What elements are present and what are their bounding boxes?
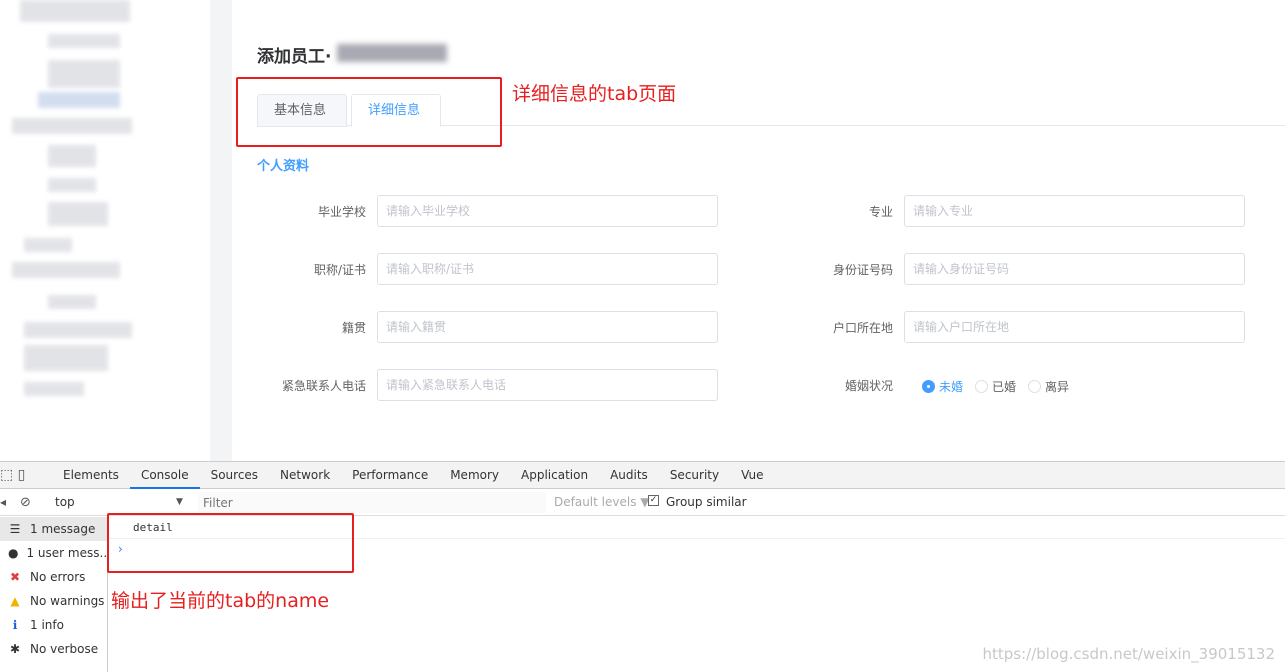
filter-label: 1 user mess... <box>26 546 107 560</box>
major-input[interactable] <box>904 195 1245 227</box>
filter-label: No verbose <box>30 642 99 656</box>
radio-divorced[interactable]: 离异 <box>1028 378 1069 395</box>
info-icon: ℹ <box>12 618 18 632</box>
console-filter-list[interactable]: ☰ 1 message <box>0 517 107 541</box>
title-input[interactable] <box>377 253 718 285</box>
blurred-name <box>337 44 447 62</box>
radio-icon <box>975 380 989 393</box>
layout-gap <box>210 0 232 461</box>
inspect-device-icons[interactable]: ⬚ ▯ <box>0 467 52 483</box>
chevron-down-icon: ▼ <box>176 497 183 507</box>
section-title: 个人资料 <box>257 159 310 174</box>
filter-label: 1 info <box>30 618 64 632</box>
bug-icon: ✱ <box>9 642 21 656</box>
radio-icon <box>1028 380 1042 393</box>
annotation-box-console <box>107 513 354 573</box>
sidebar-blurred <box>0 0 210 461</box>
devtab-console[interactable]: Console <box>129 462 200 489</box>
label-id: 身份证号码 <box>832 263 893 277</box>
annotation-console-note: 输出了当前的tab的name <box>111 590 330 612</box>
label-school: 毕业学校 <box>317 205 366 219</box>
console-filter-warning[interactable]: ▲ No warnings <box>0 589 107 613</box>
school-input[interactable] <box>377 195 718 227</box>
levels-dropdown[interactable]: Default levels ▼ <box>554 495 650 509</box>
group-similar-label: Group similar <box>666 495 747 509</box>
list-icon: ☰ <box>9 522 21 536</box>
console-toolbar: ◂ ⊘ top ▼ Default levels ▼ ✓ Group simil… <box>0 489 1285 516</box>
warning-icon: ▲ <box>10 594 20 608</box>
emergency-phone-input[interactable] <box>377 369 718 401</box>
error-icon: ✖ <box>9 570 21 584</box>
console-filter-info[interactable]: ℹ 1 info <box>0 613 107 637</box>
devtab-performance[interactable]: Performance <box>341 462 439 489</box>
filter-label: No errors <box>30 570 86 584</box>
label-native: 籍贯 <box>341 321 366 335</box>
label-major: 专业 <box>868 205 893 219</box>
devtab-application[interactable]: Application <box>510 462 599 489</box>
id-number-input[interactable] <box>904 253 1245 285</box>
radio-married[interactable]: 已婚 <box>975 378 1016 395</box>
label-marital: 婚姻状况 <box>844 379 893 393</box>
marital-radio-group: 未婚 已婚 离异 <box>922 378 1069 395</box>
console-sidebar: ☰ 1 message ● 1 user mess... ✖ No errors ▲ No w… <box>0 517 108 672</box>
sidebar-toggle-icon[interactable]: ◂ <box>0 495 6 509</box>
console-filter-user[interactable]: ● 1 user mess... <box>0 541 107 565</box>
console-filter-error[interactable]: ✖ No errors <box>0 565 107 589</box>
devtab-elements[interactable]: Elements <box>52 462 130 489</box>
group-similar-checkbox[interactable]: ✓ <box>648 495 659 506</box>
hukou-input[interactable] <box>904 311 1245 343</box>
annotation-box-tabs <box>236 77 502 147</box>
radio-unmarried[interactable]: 未婚 <box>922 378 963 395</box>
filter-input[interactable] <box>198 492 546 513</box>
watermark: https://blog.csdn.net/weixin_39015132 <box>982 645 1275 663</box>
devtab-audits[interactable]: Audits <box>599 462 659 489</box>
page-title: 添加员工· <box>257 47 332 67</box>
devtab-network[interactable]: Network <box>269 462 341 489</box>
devtab-vue[interactable]: Vue <box>730 462 774 489</box>
filter-label: No warnings <box>30 594 105 608</box>
clear-console-icon[interactable]: ⊘ <box>20 495 31 510</box>
radio-checked-icon <box>922 380 935 393</box>
label-emergency: 紧急联系人电话 <box>281 379 366 393</box>
devtab-security[interactable]: Security <box>659 462 730 489</box>
annotation-tab-note: 详细信息的tab页面 <box>512 83 677 105</box>
devtab-sources[interactable]: Sources <box>200 462 269 489</box>
user-icon: ● <box>8 546 19 560</box>
label-title: 职称/证书 <box>313 263 366 277</box>
label-hukou: 户口所在地 <box>832 321 893 335</box>
devtools-tabs: ⬚ ▯ Elements Console Sources Network Per… <box>0 462 1285 489</box>
devtab-memory[interactable]: Memory <box>439 462 510 489</box>
filter-label: 1 message <box>30 522 96 536</box>
console-filter-bug[interactable]: ✱ No verbose <box>0 637 107 661</box>
context-select[interactable]: top <box>55 495 75 509</box>
native-place-input[interactable] <box>377 311 718 343</box>
